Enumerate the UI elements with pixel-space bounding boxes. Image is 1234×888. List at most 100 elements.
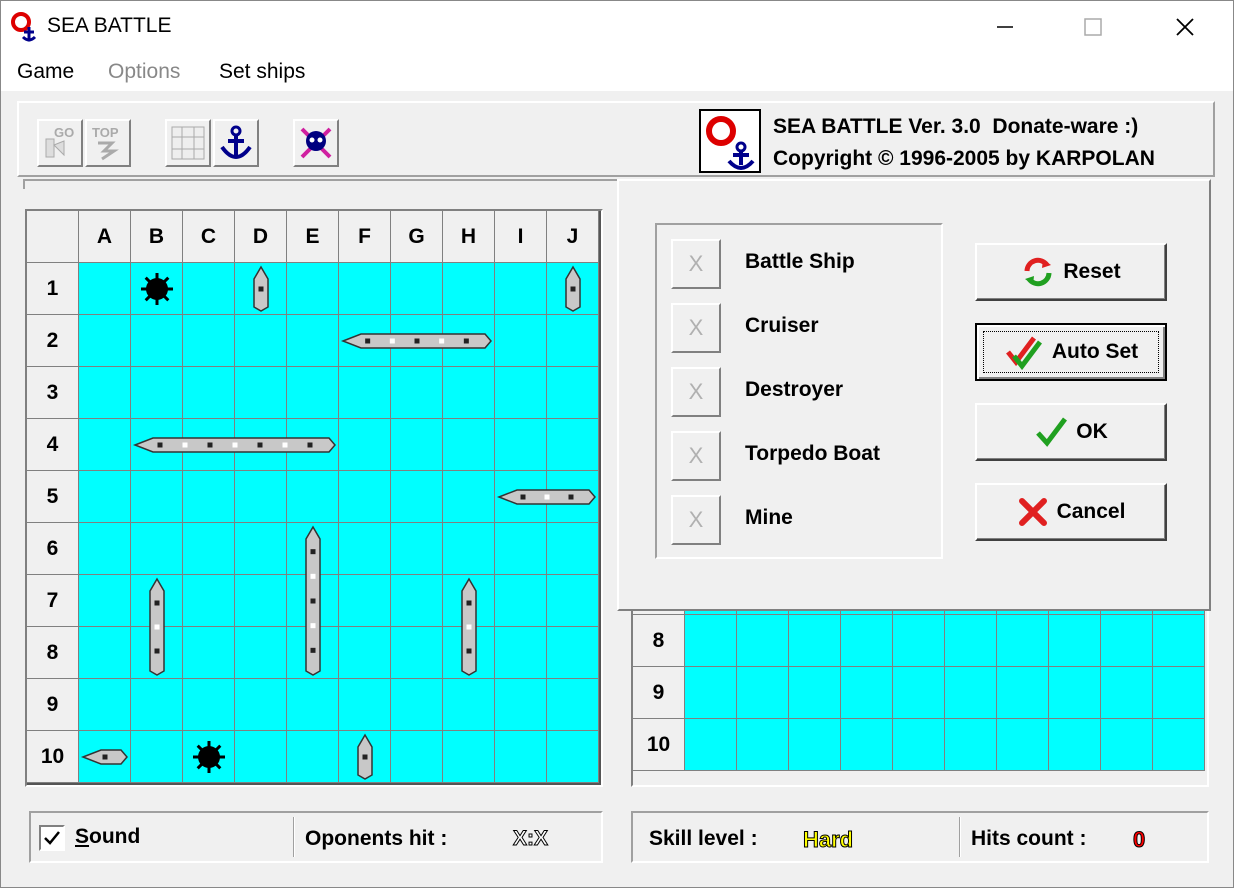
hits-count-label: Hits count : [971,827,1087,850]
board-cell[interactable] [737,719,789,771]
svg-text:GO: GO [54,125,74,140]
cruiser-label: Cruiser [745,314,819,337]
skull-icon [300,127,332,159]
opponent-board[interactable]: 8 9 10 [631,609,1209,787]
board-cell[interactable] [841,615,893,667]
board-cell[interactable] [1153,615,1205,667]
board-cell[interactable] [997,615,1049,667]
battle-ship-x-button[interactable]: X [671,239,721,289]
board-cell[interactable] [1153,667,1205,719]
cruiser [340,333,492,349]
menu-options[interactable]: Options [108,60,180,84]
about-line-copyright: Copyright © 1996-2005 by KARPOLAN [773,147,1155,170]
minimize-button[interactable] [959,1,1051,53]
board-cell[interactable] [1101,667,1153,719]
svg-text:TOP: TOP [92,125,119,140]
destroyer-x-button[interactable]: X [671,367,721,417]
board-cell[interactable] [997,719,1049,771]
board-frame [23,179,619,189]
maximize-button[interactable] [1047,1,1139,53]
torpedo-boat [565,265,581,312]
status-left: Sound Oponents hit : X:X [29,811,603,863]
cancel-button[interactable]: Cancel [975,483,1167,541]
board-cell[interactable] [685,615,737,667]
board-cell[interactable] [945,719,997,771]
about-text: SEA BATTLE Ver. 3.0 Donate-ware :) Copyr… [773,111,1155,175]
mine-label: Mine [745,506,793,529]
sound-checkbox[interactable] [39,825,65,851]
separator [293,817,295,857]
anchor-icon [220,125,252,159]
board-cell[interactable] [997,667,1049,719]
board-cell[interactable] [685,667,737,719]
ok-button[interactable]: OK [975,403,1167,461]
board-cell[interactable] [1101,719,1153,771]
skill-level-value: Hard [802,827,854,853]
menu-bar: Game Options Set ships [1,53,1233,91]
board-cell[interactable] [789,615,841,667]
board-cell[interactable] [893,615,945,667]
hits-count-value: 0 [1132,827,1146,853]
app-icon [11,12,37,42]
torpedo-boat-x-button[interactable]: X [671,431,721,481]
opponent-grid[interactable]: 8 9 10 [633,611,1205,771]
ships-layer [80,265,596,780]
board-cell[interactable] [789,719,841,771]
anchor-button[interactable] [213,119,259,167]
reset-icon [1024,257,1052,287]
opponents-hit-value: X:X [512,827,549,851]
reset-button[interactable]: Reset [975,243,1167,301]
close-button[interactable] [1139,1,1231,53]
battle-ship-label: Battle Ship [745,250,855,273]
destroyer [461,577,477,676]
top-icon: TOP [92,125,119,161]
battle-ship [132,437,336,453]
board-cell[interactable] [737,615,789,667]
board-cell[interactable] [841,719,893,771]
double-check-icon [1005,336,1042,370]
destroyer [149,577,165,676]
board-cell[interactable] [1101,615,1153,667]
go-button[interactable]: GO [37,119,83,167]
row-header: 10 [633,719,685,771]
top-button[interactable]: TOP [85,119,131,167]
board-cell[interactable] [893,719,945,771]
torpedo-boat [253,265,269,312]
board-cell[interactable] [945,667,997,719]
player-board[interactable]: A B C D E F G H I J 1 2 3 4 5 6 7 8 9 10 [25,209,603,787]
status-right: Skill level : Hard Hits count : 0 [631,811,1209,863]
mine-x-button[interactable]: X [671,495,721,545]
row-header: 8 [633,615,685,667]
close-icon [1176,18,1194,36]
sound-rest: ound [89,825,141,848]
torpedo-boat [80,749,128,765]
menu-set-ships[interactable]: Set ships [219,60,305,84]
skill-level-label: Skill level : [649,827,758,850]
auto-set-button[interactable]: Auto Set [975,323,1167,381]
board-cell[interactable] [685,719,737,771]
opponents-hit-label: Oponents hit : [305,827,448,850]
set-ships-dialog: X Battle Ship X Cruiser X Destroyer X To… [617,179,1211,611]
sound-label[interactable]: Sound [75,825,140,849]
board-cell[interactable] [1049,615,1101,667]
toolbar: GO TOP SEA BATTLE Ver. 3.0 Donate-ware:… [17,101,1215,177]
skull-button[interactable] [293,119,339,167]
ships-setup-button[interactable] [165,119,211,167]
about-line-version: SEA BATTLE Ver. 3.0 Donate-ware :) [773,115,1139,138]
menu-game[interactable]: Game [17,60,74,84]
board-cell[interactable] [1153,719,1205,771]
board-cell[interactable] [1049,667,1101,719]
ok-label: OK [1076,420,1108,443]
cruiser-x-button[interactable]: X [671,303,721,353]
board-cell[interactable] [789,667,841,719]
mine-icon [141,273,173,305]
go-icon: GO [45,125,74,158]
board-cell[interactable] [945,615,997,667]
board-cell[interactable] [841,667,893,719]
board-cell[interactable] [737,667,789,719]
board-cell[interactable] [1049,719,1101,771]
ship-list-group: X Battle Ship X Cruiser X Destroyer X To… [655,223,943,559]
cancel-label: Cancel [1056,500,1126,523]
board-cell[interactable] [893,667,945,719]
sound-accel: S [75,825,90,848]
